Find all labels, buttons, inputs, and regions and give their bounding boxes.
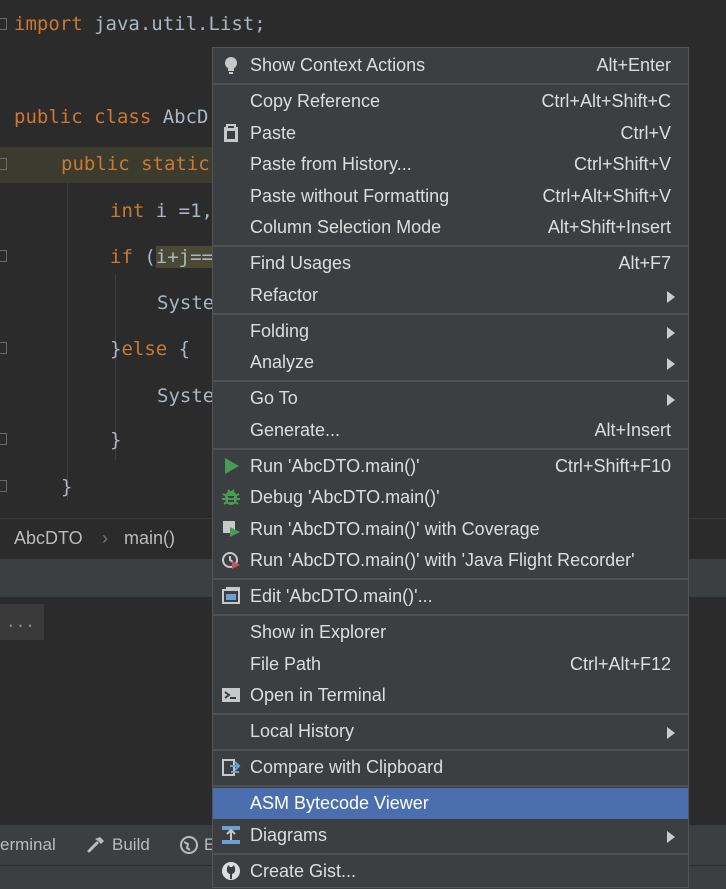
menu-item-paste-without-formatting[interactable]: Paste without Formatting Ctrl+Alt+Shift+…	[213, 181, 688, 212]
fold-marker[interactable]	[0, 433, 7, 445]
brace-match-highlight: i+j==	[155, 246, 213, 268]
code-line-class[interactable]: public class AbcD	[14, 102, 209, 132]
code-line-system[interactable]: Syste	[157, 288, 214, 318]
fold-marker[interactable]	[0, 250, 7, 262]
edit-config-icon	[222, 587, 240, 604]
menu-item-generate[interactable]: Generate... Alt+Insert	[213, 415, 688, 446]
clipboard-icon	[224, 124, 238, 142]
keyword: import	[14, 13, 83, 35]
submenu-arrow-icon	[667, 394, 675, 406]
menu-item-paste-from-history[interactable]: Paste from History... Ctrl+Shift+V	[213, 149, 688, 180]
diagram-icon	[222, 826, 240, 844]
breadcrumb-class[interactable]: AbcDTO	[14, 528, 83, 549]
code-line-close-brace[interactable]: }	[61, 472, 72, 502]
terminal-tab[interactable]: erminal	[0, 835, 56, 855]
menu-separator	[213, 380, 688, 382]
submenu-arrow-icon	[667, 327, 675, 339]
run-icon	[225, 458, 239, 474]
code-line-int[interactable]: int i =1,	[110, 196, 213, 226]
menu-item-asm-bytecode-viewer[interactable]: ASM Bytecode Viewer	[213, 788, 688, 819]
menu-item-run-with-coverage[interactable]: Run 'AbcDTO.main()' with Coverage	[213, 514, 688, 545]
indent-guide	[67, 180, 68, 500]
context-menu: Show Context Actions Alt+Enter Copy Refe…	[212, 47, 689, 888]
menu-item-edit-configuration[interactable]: Edit 'AbcDTO.main()'...	[213, 581, 688, 612]
menu-item-column-selection-mode[interactable]: Column Selection Mode Alt+Shift+Insert	[213, 212, 688, 243]
menu-item-go-to[interactable]: Go To	[213, 383, 688, 414]
submenu-arrow-icon	[667, 727, 675, 739]
menu-item-debug[interactable]: Debug 'AbcDTO.main()'	[213, 482, 688, 513]
code-line-if[interactable]: if (i+j==	[110, 242, 213, 272]
menu-item-open-in-terminal[interactable]: Open in Terminal	[213, 680, 688, 711]
fold-marker[interactable]	[0, 18, 7, 30]
menu-separator	[213, 713, 688, 715]
globe-icon	[180, 836, 198, 854]
submenu-arrow-icon	[667, 358, 675, 370]
menu-item-refactor[interactable]: Refactor	[213, 280, 688, 311]
menu-separator	[213, 785, 688, 787]
menu-separator	[213, 313, 688, 315]
menu-separator	[213, 853, 688, 855]
menu-item-run[interactable]: Run 'AbcDTO.main()' Ctrl+Shift+F10	[213, 451, 688, 482]
submenu-arrow-icon	[667, 291, 675, 303]
compare-icon	[222, 759, 241, 776]
code-line-main[interactable]: public static	[61, 149, 210, 179]
menu-separator	[213, 578, 688, 580]
menu-item-local-history[interactable]: Local History	[213, 716, 688, 747]
code-line-else[interactable]: }else {	[110, 334, 190, 364]
more-dots[interactable]: ...	[0, 604, 44, 640]
menu-item-analyze[interactable]: Analyze	[213, 347, 688, 378]
menu-item-show-context-actions[interactable]: Show Context Actions Alt+Enter	[213, 50, 688, 81]
breadcrumb-separator: ›	[102, 528, 108, 548]
terminal-icon	[222, 688, 240, 702]
fold-marker[interactable]	[0, 480, 7, 492]
debug-bug-icon	[222, 489, 240, 505]
flight-recorder-icon	[222, 552, 240, 569]
fold-marker[interactable]	[0, 342, 7, 354]
menu-item-paste[interactable]: Paste Ctrl+V	[213, 118, 688, 149]
menu-item-run-with-jfr[interactable]: Run 'AbcDTO.main()' with 'Java Flight Re…	[213, 545, 688, 576]
coverage-icon	[223, 521, 240, 537]
menu-item-diagrams[interactable]: Diagrams	[213, 820, 688, 851]
build-tab[interactable]: Build	[112, 835, 150, 855]
menu-separator	[213, 448, 688, 450]
menu-item-file-path[interactable]: File Path Ctrl+Alt+F12	[213, 649, 688, 680]
code-line-system[interactable]: Syste	[157, 381, 214, 411]
breadcrumb-method[interactable]: main()	[124, 528, 175, 549]
menu-separator	[213, 245, 688, 247]
hammer-icon	[87, 837, 104, 853]
menu-item-folding[interactable]: Folding	[213, 316, 688, 347]
fold-marker[interactable]	[0, 158, 7, 170]
menu-item-copy-reference[interactable]: Copy Reference Ctrl+Alt+Shift+C	[213, 86, 688, 117]
menu-item-find-usages[interactable]: Find Usages Alt+F7	[213, 248, 688, 279]
menu-item-create-gist[interactable]: Create Gist...	[213, 856, 688, 887]
menu-separator	[213, 749, 688, 751]
code-line-import[interactable]: import java.util.List;	[14, 9, 266, 39]
code-line-close-brace[interactable]: }	[110, 425, 121, 455]
menu-separator	[213, 614, 688, 616]
github-icon	[222, 862, 240, 880]
menu-item-show-in-explorer[interactable]: Show in Explorer	[213, 617, 688, 648]
submenu-arrow-icon	[667, 831, 675, 843]
menu-separator	[213, 83, 688, 85]
menu-item-compare-with-clipboard[interactable]: Compare with Clipboard	[213, 752, 688, 783]
lightbulb-icon	[225, 57, 237, 74]
